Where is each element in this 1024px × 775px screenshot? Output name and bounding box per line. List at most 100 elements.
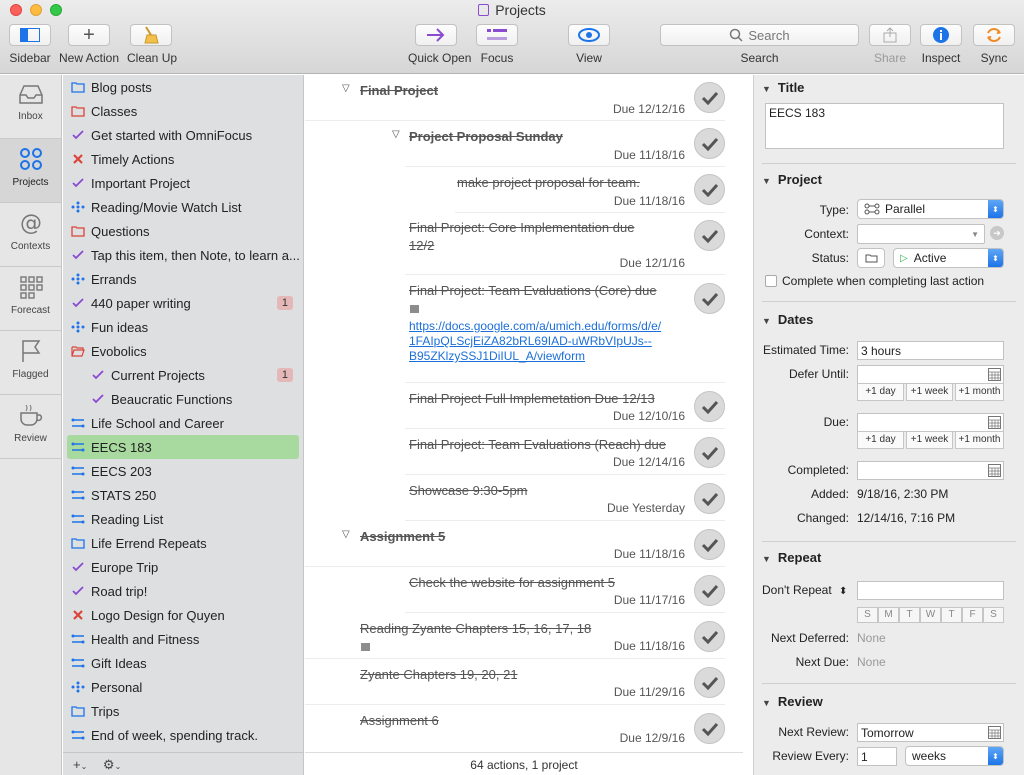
action-row[interactable]: Final Project: Team Evaluations (Core) d… <box>405 277 725 383</box>
defer-plus-month-button[interactable]: +1 month <box>955 383 1004 401</box>
new-action-button[interactable]: + <box>68 24 110 46</box>
action-group-row[interactable]: ▽ Assignment 5 Due 11/18/16 <box>305 523 725 567</box>
weekday-toggle[interactable]: F <box>962 607 983 623</box>
completed-checkmark-icon[interactable] <box>694 621 725 652</box>
due-plus-day-button[interactable]: +1 day <box>857 431 904 449</box>
completed-checkmark-icon[interactable] <box>694 529 725 560</box>
dates-section-header[interactable]: ▼ Dates <box>762 312 813 327</box>
weekday-toggle[interactable]: W <box>920 607 941 623</box>
project-list-item[interactable]: Timely Actions <box>63 147 303 171</box>
project-list-item[interactable]: End of week, spending track. <box>63 723 303 747</box>
share-toolbar-item[interactable]: Share <box>869 24 911 65</box>
review-every-field[interactable]: 1 <box>857 747 897 766</box>
action-row[interactable]: Showcase 9:30-5pm Due Yesterday <box>405 477 725 521</box>
clean-up-toolbar-item[interactable]: Clean Up <box>127 24 177 65</box>
review-unit-popup[interactable]: weeks ⬍ <box>905 746 1004 766</box>
project-list-item[interactable]: Life School and Career <box>63 411 303 435</box>
weekday-toggle[interactable]: M <box>878 607 899 623</box>
project-list-item[interactable]: Get started with OmniFocus <box>63 123 303 147</box>
action-row[interactable]: Reading Zyante Chapters 15, 16, 17, 18 D… <box>305 615 725 659</box>
flag-toggle[interactable] <box>857 248 885 268</box>
add-project-button[interactable]: +⌄ <box>73 757 87 772</box>
project-list-item[interactable]: Logo Design for Quyen <box>63 603 303 627</box>
project-list-item[interactable]: Europe Trip <box>63 555 303 579</box>
completed-checkmark-icon[interactable] <box>694 437 725 468</box>
project-list-item[interactable]: Blog posts <box>63 75 303 99</box>
focus-button[interactable] <box>476 24 518 46</box>
note-link[interactable]: 1FAIpQLScjEiZA82bRL69IAD-uWRbVIpUJs-- <box>409 334 652 349</box>
project-list-item[interactable]: Road trip! <box>63 579 303 603</box>
action-row[interactable]: Assignment 6 Due 12/9/16 <box>305 707 725 751</box>
action-row[interactable]: Final Project Full Implemetation Due 12/… <box>405 385 725 429</box>
project-list-item[interactable]: Evobolics <box>63 339 303 363</box>
new-action-toolbar-item[interactable]: + New Action <box>59 24 119 65</box>
quick-open-toolbar-item[interactable]: Quick Open <box>408 24 471 65</box>
action-row[interactable]: Zyante Chapters 19, 20, 21 Due 11/29/16 <box>305 661 725 705</box>
weekday-toggle[interactable]: T <box>941 607 962 623</box>
weekday-toggle[interactable]: S <box>857 607 878 623</box>
due-plus-week-button[interactable]: +1 week <box>906 431 953 449</box>
calendar-icon[interactable] <box>988 464 1001 477</box>
completed-checkmark-icon[interactable] <box>694 82 725 113</box>
flagged-perspective[interactable]: Flagged <box>0 331 61 395</box>
sync-toolbar-item[interactable]: Sync <box>972 24 1016 65</box>
action-group-row[interactable]: ▽ Project Proposal Sunday Due 11/18/16 <box>392 123 725 167</box>
completed-checkmark-icon[interactable] <box>694 128 725 159</box>
projects-perspective[interactable]: Projects <box>0 139 61 203</box>
project-list-item[interactable]: Reading List <box>63 507 303 531</box>
project-list-item[interactable]: Errands <box>63 267 303 291</box>
title-field[interactable]: EECS 183 <box>765 103 1004 149</box>
defer-plus-week-button[interactable]: +1 week <box>906 383 953 401</box>
project-list-item[interactable]: EECS 203 <box>63 459 303 483</box>
inbox-perspective[interactable]: Inbox <box>0 75 61 139</box>
project-list-item[interactable]: Beaucratic Functions <box>63 387 303 411</box>
due-plus-month-button[interactable]: +1 month <box>955 431 1004 449</box>
note-icon[interactable] <box>410 305 419 313</box>
due-field[interactable] <box>857 413 1004 432</box>
sidebar-button[interactable] <box>9 24 51 46</box>
completed-checkmark-icon[interactable] <box>694 575 725 606</box>
project-list-item[interactable]: Fun ideas <box>63 315 303 339</box>
note-icon[interactable] <box>361 643 370 651</box>
view-toolbar-item[interactable]: View <box>568 24 610 65</box>
completed-checkmark-icon[interactable] <box>694 174 725 205</box>
review-section-header[interactable]: ▼ Review <box>762 694 823 709</box>
repeat-interval-field[interactable] <box>857 581 1004 600</box>
next-review-field[interactable]: Tomorrow <box>857 723 1004 742</box>
completed-checkmark-icon[interactable] <box>694 391 725 422</box>
action-row[interactable]: Check the website for assignment 5 Due 1… <box>405 569 725 613</box>
calendar-icon[interactable] <box>988 368 1001 381</box>
project-section-header[interactable]: ▼ Project <box>762 172 822 187</box>
inspect-toolbar-item[interactable]: Inspect <box>920 24 962 65</box>
project-list-item[interactable]: Personal <box>63 675 303 699</box>
inspect-button[interactable] <box>920 24 962 46</box>
contexts-perspective[interactable]: @ Contexts <box>0 203 61 267</box>
project-list-item[interactable]: Important Project <box>63 171 303 195</box>
note-link[interactable]: https://docs.google.com/a/umich.edu/form… <box>409 319 661 334</box>
search-toolbar-item[interactable]: Search Search <box>660 24 859 65</box>
note-link[interactable]: B95ZKlzySSJ1DiIUL_A/viewform <box>409 349 585 364</box>
completed-checkmark-icon[interactable] <box>694 483 725 514</box>
project-list-item[interactable]: Reading/Movie Watch List <box>63 195 303 219</box>
action-row[interactable]: Final Project: Core Implementation due 1… <box>405 215 725 275</box>
type-popup[interactable]: Parallel ⬍ <box>857 199 1004 219</box>
completed-checkmark-icon[interactable] <box>694 220 725 251</box>
disclosure-triangle-icon[interactable]: ▽ <box>342 83 350 94</box>
forecast-perspective[interactable]: Forecast <box>0 267 61 331</box>
project-list-item[interactable]: Current Projects 1 <box>63 363 303 387</box>
completed-checkmark-icon[interactable] <box>694 667 725 698</box>
project-list-item[interactable]: STATS 250 <box>63 483 303 507</box>
estimated-time-field[interactable]: 3 hours <box>857 341 1004 360</box>
completed-checkmark-icon[interactable] <box>694 283 725 314</box>
quick-open-button[interactable] <box>415 24 457 46</box>
calendar-icon[interactable] <box>988 416 1001 429</box>
view-button[interactable] <box>568 24 610 46</box>
project-list-item[interactable]: Gift Ideas <box>63 651 303 675</box>
project-list-item[interactable]: EECS 183 <box>67 435 299 459</box>
defer-plus-day-button[interactable]: +1 day <box>857 383 904 401</box>
go-to-context-icon[interactable]: ➜ <box>990 226 1004 240</box>
project-list-item[interactable]: Life Errend Repeats <box>63 531 303 555</box>
disclosure-triangle-icon[interactable]: ▽ <box>392 129 400 140</box>
status-popup[interactable]: ▷ Active ⬍ <box>893 248 1004 268</box>
weekday-toggle[interactable]: T <box>899 607 920 623</box>
